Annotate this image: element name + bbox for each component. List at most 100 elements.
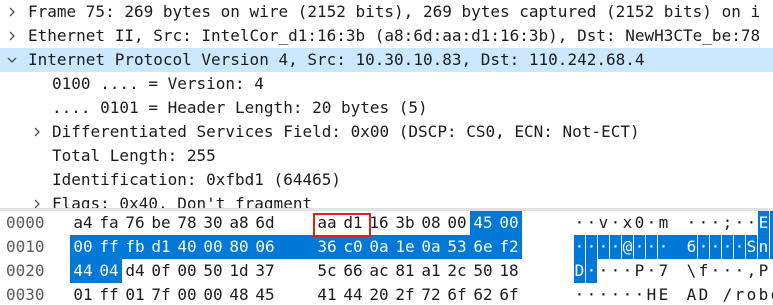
tree-row[interactable]: 0100 .... = Version: 4 (0, 72, 773, 96)
hex-byte[interactable]: 30 (200, 211, 226, 235)
hex-byte[interactable]: 44 (340, 283, 366, 305)
hex-byte[interactable]: 20 (366, 283, 392, 305)
hex-byte[interactable]: 76 (122, 211, 148, 235)
hex-byte[interactable]: 00 (200, 283, 226, 305)
ascii-char[interactable]: · (610, 211, 621, 235)
hex-byte[interactable]: 6e (470, 235, 496, 259)
hex-byte[interactable]: 01 (122, 283, 148, 305)
hex-byte[interactable]: 6f (444, 283, 470, 305)
ascii-char[interactable]: · (698, 211, 709, 235)
ascii-char[interactable]: P (758, 259, 769, 283)
hex-byte[interactable]: 80 (226, 235, 252, 259)
ascii-char[interactable]: 0 (634, 211, 645, 235)
ascii-char[interactable]: · (646, 211, 657, 235)
ascii-char[interactable]: · (586, 283, 597, 305)
hex-byte[interactable]: a1 (418, 259, 444, 283)
ascii-char[interactable]: · (734, 211, 745, 235)
tree-row[interactable]: Total Length: 255 (0, 144, 773, 168)
ascii-char[interactable]: · (586, 211, 597, 235)
hex-byte[interactable]: 6d (252, 211, 278, 235)
hex-byte[interactable]: d1 (148, 235, 174, 259)
hex-byte[interactable]: 08 (418, 211, 444, 235)
ascii-char[interactable]: · (658, 235, 669, 259)
ascii-char[interactable]: · (574, 211, 585, 235)
hex-byte[interactable]: d4 (122, 259, 148, 283)
chevron-right-icon[interactable] (5, 0, 19, 24)
ascii-char[interactable]: · (634, 283, 645, 305)
ascii-char[interactable]: · (734, 235, 745, 259)
tree-row[interactable]: Identification: 0xfbd1 (64465) (0, 168, 773, 192)
ascii-char[interactable] (710, 283, 721, 305)
hex-byte[interactable]: 72 (418, 283, 444, 305)
hex-byte[interactable]: 3b (392, 211, 418, 235)
hex-byte[interactable]: 40 (174, 235, 200, 259)
ascii-char[interactable]: H (646, 283, 657, 305)
ascii-char[interactable]: · (610, 235, 621, 259)
ascii-char[interactable]: · (710, 235, 721, 259)
ascii-char[interactable]: · (746, 211, 757, 235)
ascii-char[interactable]: o (746, 283, 757, 305)
ascii-char[interactable]: , (746, 259, 757, 283)
ascii-char[interactable]: E (658, 283, 669, 305)
ascii-char[interactable]: · (646, 235, 657, 259)
hex-byte[interactable]: 66 (340, 259, 366, 283)
ascii-char[interactable]: · (622, 283, 633, 305)
hex-byte[interactable]: 1e (392, 235, 418, 259)
ascii-char[interactable]: · (710, 259, 721, 283)
ascii-char[interactable]: · (610, 283, 621, 305)
hex-byte[interactable]: 1d (226, 259, 252, 283)
hex-byte[interactable]: 00 (444, 211, 470, 235)
hex-byte[interactable]: 0a (366, 235, 392, 259)
hex-byte[interactable]: 2c (444, 259, 470, 283)
ascii-char[interactable]: b (758, 283, 769, 305)
ascii-char[interactable]: · (734, 259, 745, 283)
hex-byte[interactable]: 48 (226, 283, 252, 305)
hex-byte[interactable]: 62 (470, 283, 496, 305)
hex-byte[interactable]: 41 (314, 283, 340, 305)
ascii-char[interactable]: @ (622, 235, 633, 259)
hex-byte[interactable]: fb (122, 235, 148, 259)
hex-byte[interactable]: 50 (470, 259, 496, 283)
ascii-char[interactable]: f (698, 259, 709, 283)
hex-byte[interactable]: fa (96, 211, 122, 235)
tree-row[interactable]: Ethernet II, Src: IntelCor_d1:16:3b (a8:… (0, 24, 773, 48)
hex-byte[interactable]: 45 (470, 211, 496, 235)
hex-byte[interactable]: 2f (392, 283, 418, 305)
ascii-char[interactable]: · (622, 259, 633, 283)
hex-byte[interactable]: 00 (200, 235, 226, 259)
ascii-char[interactable]: · (586, 235, 597, 259)
hex-byte[interactable]: 00 (174, 283, 200, 305)
hex-byte[interactable]: 00 (70, 235, 96, 259)
hex-byte[interactable]: f2 (496, 235, 522, 259)
ascii-char[interactable]: \ (686, 259, 697, 283)
ascii-char[interactable]: x (622, 211, 633, 235)
hex-byte[interactable]: 04 (96, 259, 122, 283)
hex-byte[interactable]: 37 (252, 259, 278, 283)
hex-byte[interactable]: 0f (148, 259, 174, 283)
hex-byte[interactable]: ac (366, 259, 392, 283)
hex-byte[interactable]: 06 (252, 235, 278, 259)
ascii-char[interactable]: D (574, 259, 585, 283)
hex-byte[interactable]: 45 (252, 283, 278, 305)
tree-row[interactable]: Flags: 0x40, Don't fragment (0, 192, 773, 208)
ascii-char[interactable]: ; (722, 211, 733, 235)
hex-byte[interactable]: 01 (70, 283, 96, 305)
hex-byte[interactable]: a4 (70, 211, 96, 235)
hex-byte[interactable]: 00 (496, 211, 522, 235)
ascii-char[interactable]: A (686, 283, 697, 305)
ascii-char[interactable]: · (634, 235, 645, 259)
chevron-right-icon[interactable] (30, 120, 44, 144)
ascii-char[interactable]: · (574, 283, 585, 305)
ascii-char[interactable]: E (758, 211, 769, 235)
hex-byte[interactable]: c0 (340, 235, 366, 259)
ascii-char[interactable]: S (746, 235, 757, 259)
hex-byte[interactable]: 18 (496, 259, 522, 283)
hex-byte[interactable]: ff (96, 235, 122, 259)
ascii-char[interactable]: · (598, 283, 609, 305)
ascii-char[interactable]: D (698, 283, 709, 305)
chevron-down-icon[interactable] (5, 48, 19, 72)
tree-row-selected[interactable]: Internet Protocol Version 4, Src: 10.30.… (0, 48, 773, 72)
ascii-char[interactable]: / (722, 283, 733, 305)
tree-row[interactable]: Frame 75: 269 bytes on wire (2152 bits),… (0, 0, 773, 24)
hex-byte[interactable]: 50 (200, 259, 226, 283)
